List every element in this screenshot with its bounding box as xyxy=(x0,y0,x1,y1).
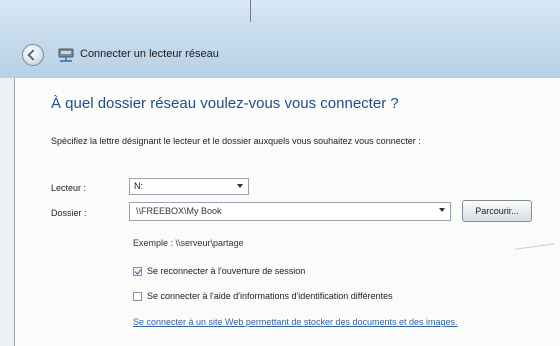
chevron-down-icon[interactable] xyxy=(439,208,445,212)
folder-input-value: \\FREEBOX\My Book xyxy=(136,206,222,216)
drive-select-value: N: xyxy=(134,181,143,191)
chevron-down-icon xyxy=(237,184,243,188)
network-drive-icon xyxy=(58,48,74,62)
scan-artifact xyxy=(515,243,555,250)
title-bar: Connecter un lecteur réseau xyxy=(0,0,560,78)
dialog-content: À quel dossier réseau voulez-vous vous c… xyxy=(14,78,560,346)
browse-button[interactable]: Parcourir... xyxy=(462,200,532,222)
drive-select[interactable]: N: xyxy=(129,178,249,195)
back-arrow-icon[interactable] xyxy=(22,44,44,66)
page-title: À quel dossier réseau voulez-vous vous c… xyxy=(51,95,399,112)
web-storage-link[interactable]: Se connecter à un site Web permettant de… xyxy=(133,317,560,327)
folder-label: Dossier : xyxy=(51,208,87,218)
glass-divider xyxy=(250,0,251,22)
drive-label: Lecteur : xyxy=(51,183,87,193)
other-credentials-label[interactable]: Se connecter à l'aide d'informations d'i… xyxy=(147,291,393,301)
instructions-text: Spécifiez la lettre désignant le lecteur… xyxy=(51,136,421,146)
folder-combobox[interactable]: \\FREEBOX\My Book xyxy=(129,202,451,221)
example-text: Exemple : \\serveur\partage xyxy=(133,238,244,248)
window-title: Connecter un lecteur réseau xyxy=(80,48,219,60)
reconnect-label[interactable]: Se reconnecter à l'ouverture de session xyxy=(147,266,305,276)
other-credentials-checkbox[interactable] xyxy=(133,292,142,301)
reconnect-checkbox[interactable] xyxy=(133,267,142,276)
